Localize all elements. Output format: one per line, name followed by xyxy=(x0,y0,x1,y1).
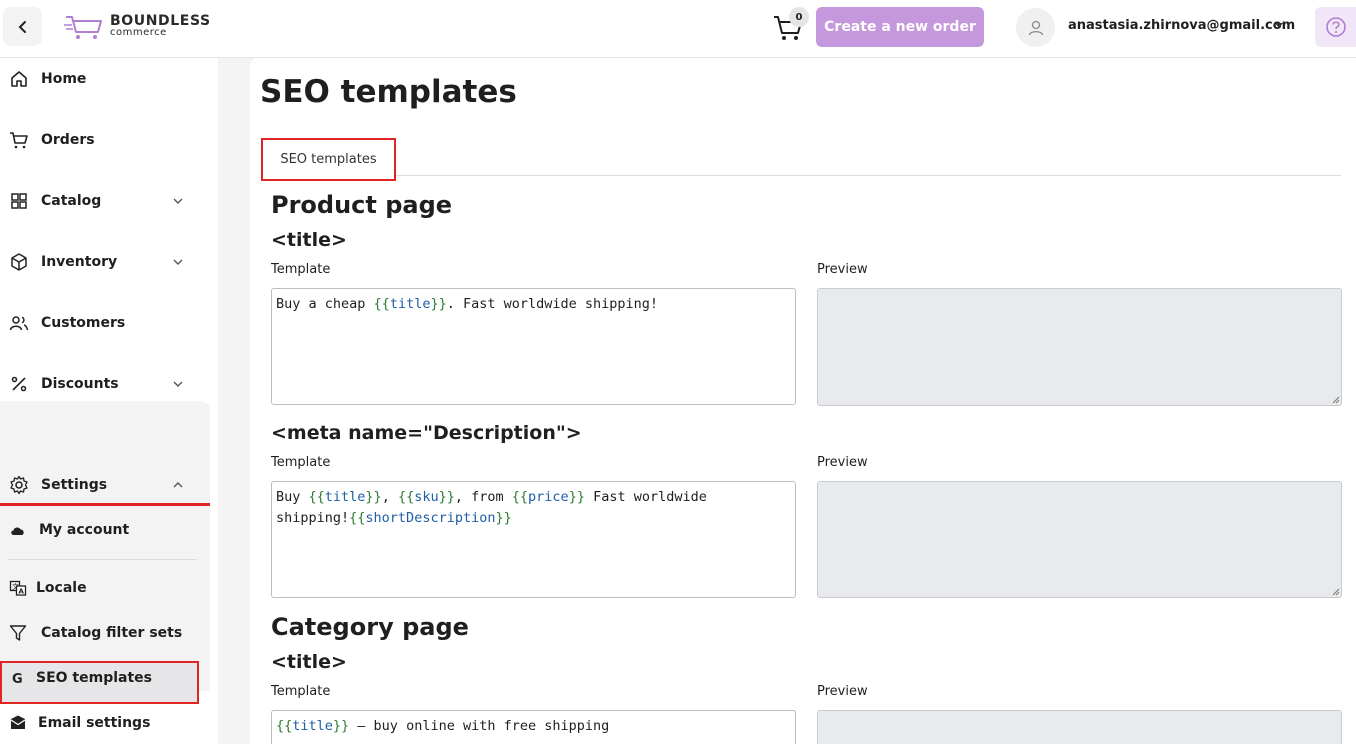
back-button[interactable] xyxy=(3,7,42,46)
product-title-preview xyxy=(817,288,1342,406)
title-tag-heading: <title> xyxy=(271,229,347,251)
sidebar-item-my-account[interactable]: My account xyxy=(0,510,200,550)
user-icon xyxy=(1028,20,1043,35)
top-header: BOUNDLESS commerce 0 Create a new order … xyxy=(0,0,1356,58)
users-icon xyxy=(9,316,29,331)
tab-seo-templates[interactable]: SEO templates xyxy=(261,138,396,181)
product-page-heading: Product page xyxy=(271,191,453,219)
resize-handle-icon[interactable] xyxy=(1332,396,1340,404)
logo-main-text: BOUNDLESS xyxy=(110,13,211,29)
sidebar-item-label: Catalog xyxy=(41,193,102,209)
template-variable: shortDescription xyxy=(365,510,496,526)
sidebar-item-label: Settings xyxy=(41,477,108,493)
sidebar-item-discounts[interactable]: Discounts xyxy=(0,364,210,404)
sidebar-item-label: Catalog filter sets xyxy=(41,625,183,641)
filter-icon xyxy=(9,625,27,641)
sidebar-item-label: Inventory xyxy=(41,254,118,270)
sidebar-item-label: Locale xyxy=(36,580,87,596)
template-variable: title xyxy=(389,296,431,312)
template-label: Template xyxy=(271,455,331,470)
preview-label: Preview xyxy=(817,262,868,277)
sidebar-item-orders[interactable]: Orders xyxy=(0,120,210,160)
box-icon xyxy=(11,253,27,271)
caret-down-icon[interactable] xyxy=(1275,23,1283,28)
user-email[interactable]: anastasia.zhirnova@gmail.com xyxy=(1068,18,1295,33)
template-label: Template xyxy=(271,684,331,699)
meta-description-heading: <meta name="Description"> xyxy=(271,422,582,444)
translate-icon: 文A xyxy=(9,580,27,596)
resize-handle-icon[interactable] xyxy=(1332,588,1340,596)
preview-label: Preview xyxy=(817,684,868,699)
template-text: , from xyxy=(454,489,512,505)
chevron-up-icon xyxy=(173,482,183,488)
create-order-button[interactable]: Create a new order xyxy=(816,7,984,47)
sidebar-item-label: Home xyxy=(41,71,87,87)
question-icon xyxy=(1325,17,1346,37)
google-icon: G xyxy=(12,672,23,687)
template-variable: title xyxy=(292,718,333,734)
percent-icon xyxy=(11,376,27,392)
category-page-heading: Category page xyxy=(271,613,469,641)
sidebar-item-label: SEO templates xyxy=(36,670,152,686)
sidebar-item-label: My account xyxy=(39,522,130,538)
help-button[interactable] xyxy=(1315,7,1356,47)
sidebar-item-locale[interactable]: 文A Locale xyxy=(0,568,200,608)
tab-bar xyxy=(261,175,1341,176)
category-title-preview xyxy=(817,710,1342,744)
template-text: , xyxy=(381,489,398,505)
product-meta-preview xyxy=(817,481,1342,598)
home-icon xyxy=(11,71,27,87)
sidebar-item-label: Discounts xyxy=(41,376,119,392)
divider xyxy=(8,559,197,560)
template-text: Buy a cheap xyxy=(276,296,374,312)
template-text: Buy xyxy=(276,489,309,505)
settings-highlight-line xyxy=(0,503,210,506)
logo-cart-icon xyxy=(64,16,102,39)
template-label: Template xyxy=(271,262,331,277)
template-text: – buy online with free shipping xyxy=(349,718,610,734)
product-title-template-input[interactable]: Buy a cheap {{title}}. Fast worldwide sh… xyxy=(271,288,796,405)
envelope-icon xyxy=(10,715,26,729)
template-text: . Fast worldwide shipping! xyxy=(446,296,659,312)
category-title-tag-heading: <title> xyxy=(271,651,347,673)
sidebar-item-customers[interactable]: Customers xyxy=(0,303,210,343)
gear-icon xyxy=(10,475,28,495)
category-title-template-input[interactable]: {{title}} – buy online with free shippin… xyxy=(271,710,796,744)
boundless-logo[interactable]: BOUNDLESS commerce xyxy=(64,12,211,42)
product-meta-template-input[interactable]: Buy {{title}}, {{sku}}, from {{price}} F… xyxy=(271,481,796,598)
preview-label: Preview xyxy=(817,455,868,470)
grid-icon xyxy=(11,193,27,209)
template-variable: sku xyxy=(414,489,439,505)
cart-count-badge: 0 xyxy=(789,7,809,27)
sidebar-item-label: Email settings xyxy=(38,715,151,731)
chevron-down-icon xyxy=(173,198,183,204)
sidebar-item-email-settings[interactable]: Email settings xyxy=(0,703,200,743)
sidebar-item-home[interactable]: Home xyxy=(0,59,210,99)
template-variable: title xyxy=(324,489,366,505)
cloud-icon xyxy=(11,527,24,535)
sidebar-item-catalog-filter-sets[interactable]: Catalog filter sets xyxy=(0,613,200,653)
chevron-down-icon xyxy=(173,259,183,265)
sidebar-item-seo-templates[interactable]: G SEO templates xyxy=(0,658,200,698)
avatar[interactable] xyxy=(1016,8,1055,47)
chevron-down-icon xyxy=(173,381,183,387)
sidebar-item-label: Customers xyxy=(41,315,126,331)
svg-text:A: A xyxy=(19,588,25,596)
template-variable: price xyxy=(528,489,569,505)
svg-text:G: G xyxy=(12,672,23,687)
page-title: SEO templates xyxy=(260,74,517,110)
chevron-left-icon xyxy=(18,20,26,33)
sidebar-item-catalog[interactable]: Catalog xyxy=(0,181,210,221)
sidebar-item-inventory[interactable]: Inventory xyxy=(0,242,210,282)
cart-icon xyxy=(10,132,28,149)
sidebar-item-label: Orders xyxy=(41,132,95,148)
sidebar-item-settings[interactable]: Settings xyxy=(0,465,210,505)
